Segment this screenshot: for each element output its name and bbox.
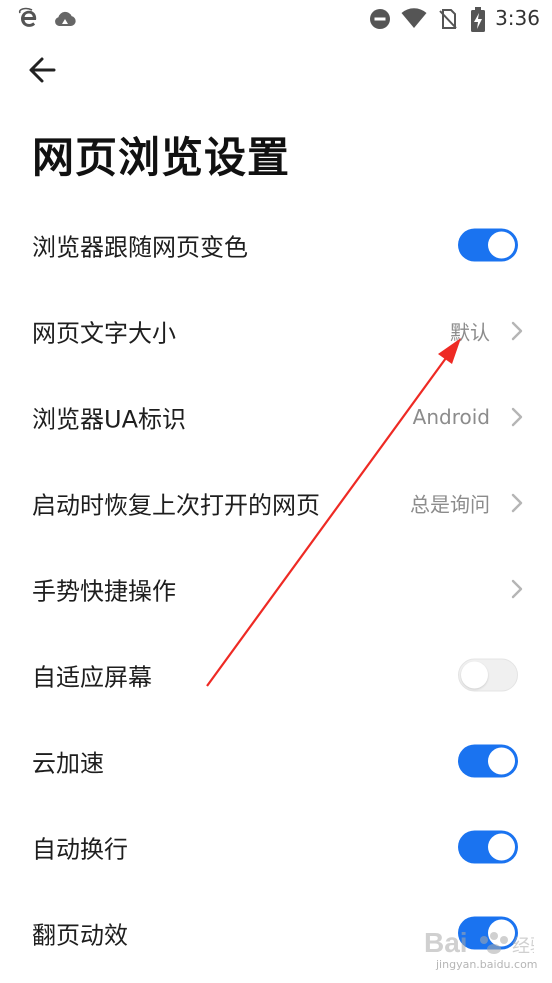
setting-label: 启动时恢复上次打开的网页 bbox=[32, 491, 320, 520]
toggle-knob bbox=[488, 833, 515, 861]
chevron-right-icon bbox=[511, 321, 523, 341]
setting-label: 云加速 bbox=[32, 749, 104, 778]
cloud-icon bbox=[55, 11, 76, 26]
setting-cloud-acceleration[interactable]: 云加速 bbox=[0, 718, 552, 804]
svg-text:经验: 经验 bbox=[512, 936, 534, 957]
watermark-url: jingyan.baidu.com bbox=[436, 958, 538, 971]
setting-adaptive-screen[interactable]: 自适应屏幕 bbox=[0, 632, 552, 718]
setting-label: 浏览器UA标识 bbox=[32, 405, 186, 434]
browser-e-icon bbox=[18, 7, 37, 27]
setting-label: 手势快捷操作 bbox=[32, 577, 176, 606]
setting-ua-identifier[interactable]: 浏览器UA标识 Android bbox=[0, 374, 552, 460]
svg-text:Bai: Bai bbox=[424, 927, 468, 958]
setting-label: 网页文字大小 bbox=[32, 319, 176, 348]
setting-value: Android bbox=[412, 405, 490, 429]
setting-label: 自适应屏幕 bbox=[32, 663, 152, 692]
chevron-right-icon bbox=[511, 493, 523, 513]
setting-gesture-shortcuts[interactable]: 手势快捷操作 bbox=[0, 546, 552, 632]
back-button[interactable] bbox=[22, 52, 66, 88]
auto-wrap-toggle[interactable] bbox=[458, 830, 518, 864]
setting-font-size[interactable]: 网页文字大小 默认 bbox=[0, 288, 552, 374]
setting-follow-page-color[interactable]: 浏览器跟随网页变色 bbox=[0, 202, 552, 288]
cloud-acceleration-toggle[interactable] bbox=[458, 744, 518, 778]
chevron-right-icon bbox=[511, 407, 523, 427]
page-title: 网页浏览设置 bbox=[32, 133, 291, 182]
chevron-right-icon bbox=[511, 579, 523, 599]
arrow-left-icon bbox=[29, 57, 56, 83]
wifi-icon bbox=[401, 8, 427, 28]
no-sim-icon bbox=[439, 9, 457, 29]
toggle-knob bbox=[488, 747, 515, 775]
follow-page-color-toggle[interactable] bbox=[458, 228, 518, 262]
setting-label: 浏览器跟随网页变色 bbox=[32, 233, 248, 262]
toggle-knob bbox=[488, 231, 515, 259]
setting-auto-wrap[interactable]: 自动换行 bbox=[0, 804, 552, 890]
battery-charging-icon bbox=[471, 7, 485, 32]
setting-value: 总是询问 bbox=[410, 492, 490, 517]
setting-restore-last-pages[interactable]: 启动时恢复上次打开的网页 总是询问 bbox=[0, 460, 552, 546]
toggle-knob bbox=[461, 661, 488, 689]
setting-label: 自动换行 bbox=[32, 835, 128, 864]
status-bar: 3:36 bbox=[0, 0, 552, 38]
adaptive-screen-toggle[interactable] bbox=[458, 658, 518, 692]
do-not-disturb-icon bbox=[370, 9, 390, 29]
setting-label: 翻页动效 bbox=[32, 921, 128, 950]
status-time: 3:36 bbox=[495, 6, 540, 30]
settings-list: 浏览器跟随网页变色 网页文字大小 默认 浏览器UA标识 Android 启动时恢… bbox=[0, 202, 552, 976]
setting-value: 默认 bbox=[450, 320, 490, 345]
